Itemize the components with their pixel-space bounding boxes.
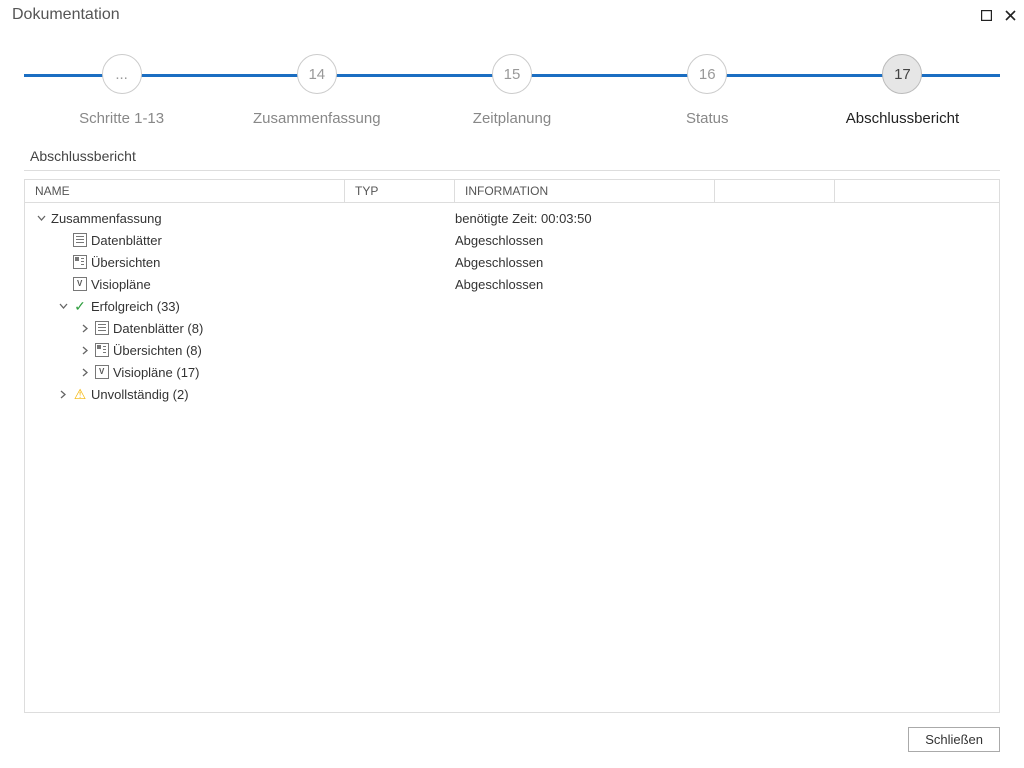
tree-label: Datenblätter: [91, 233, 162, 248]
tree-row-summary[interactable]: Zusammenfassung benötigte Zeit: 00:03:50: [25, 207, 999, 229]
close-icon[interactable]: [1002, 7, 1018, 23]
document-icon: [73, 233, 87, 247]
tree-row-success-visio[interactable]: Visiopläne (17): [25, 361, 999, 383]
check-icon: ✓: [73, 299, 87, 313]
chevron-down-icon[interactable]: [35, 212, 47, 224]
wizard-stepper: ... Schritte 1-13 14 Zusammenfassung 15 …: [24, 54, 1000, 124]
tree-row-success[interactable]: ✓ Erfolgreich (33): [25, 295, 999, 317]
step-label: Status: [686, 110, 729, 127]
tree-label: Visiopläne: [91, 277, 151, 292]
col-typ[interactable]: Typ: [345, 180, 455, 202]
step-1-13[interactable]: ... Schritte 1-13: [24, 54, 219, 127]
step-label: Schritte 1-13: [79, 110, 164, 127]
tree-row-success-overviews[interactable]: Übersichten (8): [25, 339, 999, 361]
tree-info: Abgeschlossen: [455, 255, 989, 270]
window-title: Dokumentation: [12, 6, 120, 24]
tree-label: Unvollständig (2): [91, 387, 189, 402]
step-label: Abschlussbericht: [846, 110, 959, 127]
step-14[interactable]: 14 Zusammenfassung: [219, 54, 414, 127]
tree-row-datasheets[interactable]: Datenblätter Abgeschlossen: [25, 229, 999, 251]
document-icon: [95, 321, 109, 335]
step-circle: 16: [687, 54, 727, 94]
step-circle: 15: [492, 54, 532, 94]
step-label: Zeitplanung: [473, 110, 551, 127]
report-table: Name Typ Information Zusammenfassung ben…: [24, 179, 1000, 713]
col-empty-1[interactable]: [715, 180, 835, 202]
step-label: Zusammenfassung: [253, 110, 381, 127]
tree-info: Abgeschlossen: [455, 277, 989, 292]
step-15[interactable]: 15 Zeitplanung: [414, 54, 609, 127]
step-circle: 17: [882, 54, 922, 94]
col-info[interactable]: Information: [455, 180, 715, 202]
tree-label: Übersichten (8): [113, 343, 202, 358]
col-name[interactable]: Name: [25, 180, 345, 202]
col-empty-2[interactable]: [835, 180, 999, 202]
step-16[interactable]: 16 Status: [610, 54, 805, 127]
tree-info: benötigte Zeit: 00:03:50: [455, 211, 989, 226]
table-header: Name Typ Information: [25, 180, 999, 203]
tree-label: Erfolgreich (33): [91, 299, 180, 314]
tree-row-success-datasheets[interactable]: Datenblätter (8): [25, 317, 999, 339]
visio-icon: [95, 365, 109, 379]
chevron-down-icon[interactable]: [57, 300, 69, 312]
tree-label: Datenblätter (8): [113, 321, 203, 336]
form-icon: [73, 255, 87, 269]
tree-row-incomplete[interactable]: ⚠ Unvollständig (2): [25, 383, 999, 405]
step-circle: 14: [297, 54, 337, 94]
tree-label: Zusammenfassung: [51, 211, 162, 226]
close-button[interactable]: Schließen: [908, 727, 1000, 752]
form-icon: [95, 343, 109, 357]
warning-icon: ⚠: [73, 387, 87, 401]
tree-label: Visiopläne (17): [113, 365, 199, 380]
tree-row-visio[interactable]: Visiopläne Abgeschlossen: [25, 273, 999, 295]
visio-icon: [73, 277, 87, 291]
chevron-right-icon[interactable]: [79, 344, 91, 356]
step-circle: ...: [102, 54, 142, 94]
tree-row-overviews[interactable]: Übersichten Abgeschlossen: [25, 251, 999, 273]
tree-label: Übersichten: [91, 255, 160, 270]
step-17[interactable]: 17 Abschlussbericht: [805, 54, 1000, 127]
section-underline: [24, 170, 1000, 171]
tree-info: Abgeschlossen: [455, 233, 989, 248]
chevron-right-icon[interactable]: [57, 388, 69, 400]
maximize-icon[interactable]: [978, 7, 994, 23]
chevron-right-icon[interactable]: [79, 322, 91, 334]
chevron-right-icon[interactable]: [79, 366, 91, 378]
section-title: Abschlussbericht: [30, 148, 1000, 164]
